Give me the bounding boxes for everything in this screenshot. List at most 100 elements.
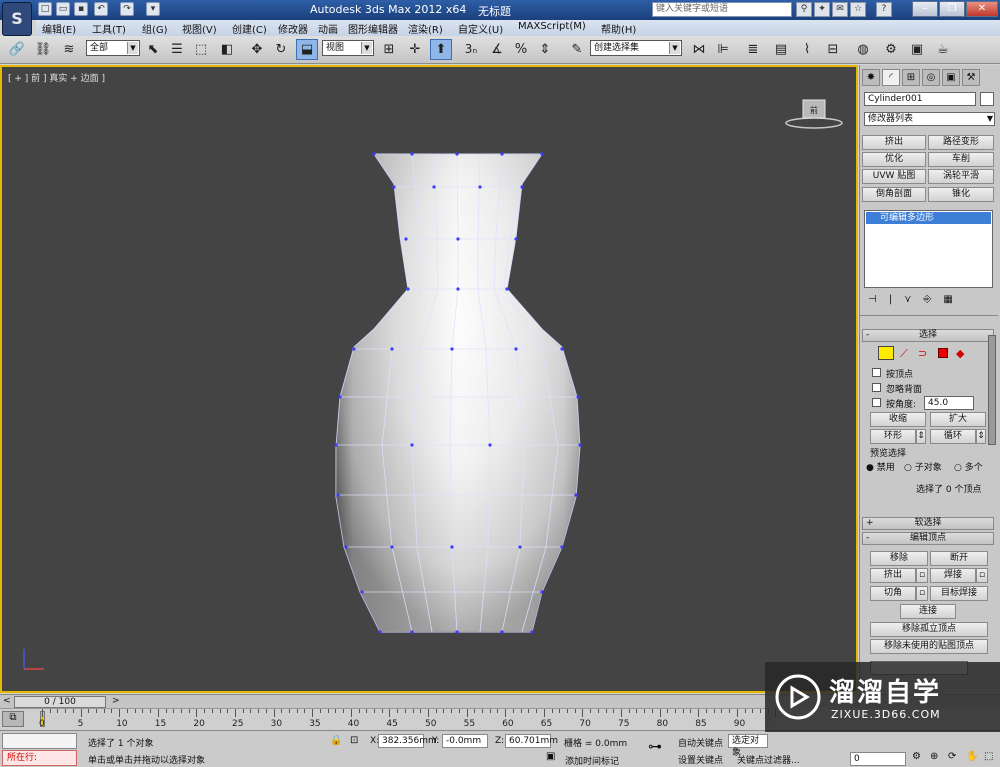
save-icon[interactable]: ▪ — [74, 2, 88, 16]
render-production-icon[interactable]: ☕ — [932, 39, 954, 60]
utilities-tab-icon[interactable]: ⚒ — [962, 69, 980, 86]
pan-icon[interactable]: ✋ — [966, 751, 978, 762]
by-vertex-checkbox[interactable] — [872, 368, 881, 377]
shrink-button[interactable]: 收缩 — [870, 412, 926, 427]
polygon-mode-icon[interactable] — [938, 348, 948, 358]
by-angle-checkbox[interactable] — [872, 398, 881, 407]
extrude-settings-button[interactable]: ▫ — [916, 568, 928, 583]
select-manipulate-icon[interactable]: ✛ — [404, 39, 426, 60]
edge-mode-icon[interactable]: ⟋ — [900, 347, 908, 361]
schematic-view-icon[interactable]: ⊟ — [822, 39, 844, 60]
lock-selection-icon[interactable]: 🔒 — [330, 735, 342, 746]
time-tag-icon[interactable]: ▣ — [546, 751, 555, 762]
open-file-icon[interactable]: ▭ — [56, 2, 70, 16]
graphite-tools-icon[interactable]: ▤ — [770, 39, 792, 60]
remove-modifier-icon[interactable]: ⎆ — [923, 294, 943, 305]
chamfer-settings-button[interactable]: ▫ — [916, 586, 928, 601]
menu-edit[interactable]: 编辑(E) — [42, 21, 76, 36]
menu-group[interactable]: 组(G) — [142, 21, 168, 36]
mirror-icon[interactable]: ⋈ — [688, 39, 710, 60]
modifier-extrude-button[interactable]: 挤出 — [862, 135, 926, 150]
modifier-taper-button[interactable]: 锥化 — [928, 187, 994, 202]
preview-off-radio[interactable]: ● 禁用 — [866, 460, 895, 473]
vase-model[interactable] — [2, 67, 858, 693]
curve-editor-icon[interactable]: ⌇ — [796, 39, 818, 60]
edit-vertices-rollout-header[interactable]: - 编辑顶点 — [862, 532, 994, 545]
stack-item-editable-poly[interactable]: 可编辑多边形 — [866, 212, 991, 224]
align-icon[interactable]: ⊫ — [712, 39, 734, 60]
vertex-mode-icon[interactable] — [878, 346, 894, 360]
display-tab-icon[interactable]: ▣ — [942, 69, 960, 86]
menu-tools[interactable]: 工具(T) — [92, 21, 126, 36]
modifier-turbosmooth-button[interactable]: 涡轮平滑 — [928, 169, 994, 184]
remove-vertex-button[interactable]: 移除 — [870, 551, 928, 566]
add-time-tag-label[interactable]: 添加时间标记 — [565, 754, 619, 767]
reference-coordinate-dropdown[interactable]: 视图 ▼ — [322, 40, 374, 56]
break-vertex-button[interactable]: 断开 — [930, 551, 988, 566]
extrude-vertex-button[interactable]: 挤出 — [870, 568, 916, 583]
ring-button[interactable]: 环形 — [870, 429, 916, 444]
modify-tab-icon[interactable]: ◜ — [882, 69, 900, 86]
time-slider[interactable]: 0 / 100 — [14, 696, 106, 708]
track-bar[interactable]: ⧉ 0 5 10 15 20 25 30 35 40 45 50 55 60 65 70 75 80 85 90 — [0, 708, 777, 730]
binoculars-icon[interactable]: ⚲ — [796, 2, 812, 17]
next-frame-icon[interactable]: > — [112, 696, 120, 706]
select-object-icon[interactable]: ⬉ — [142, 39, 164, 60]
maxscript-listener-field[interactable] — [2, 733, 77, 749]
select-by-name-icon[interactable]: ☰ — [166, 39, 188, 60]
key-filters-label[interactable]: 关键点过滤器... — [737, 753, 800, 766]
orbit-icon[interactable]: ⟳ — [948, 751, 956, 762]
configure-sets-icon[interactable]: ▦ — [943, 294, 964, 305]
menu-modifiers[interactable]: 修改器 — [278, 21, 308, 36]
zoom-icon[interactable]: ⊕ — [930, 751, 938, 762]
script-line-indicator[interactable]: 所在行: — [2, 750, 77, 766]
key-mode-dropdown[interactable]: 选定对象 — [728, 734, 768, 758]
loop-button[interactable]: 循环 — [930, 429, 976, 444]
front-viewport[interactable]: [ + ] 前 ] 真实 + 边面 ] 前 — [0, 65, 858, 693]
help-search-input[interactable]: 键入关键字或短语 — [652, 2, 792, 17]
time-config-icon[interactable]: ⚙ — [912, 751, 921, 762]
window-crossing-icon[interactable]: ◧ — [216, 39, 238, 60]
z-coordinate-field[interactable]: 60.701mm — [505, 734, 558, 748]
current-frame-field[interactable]: 0 — [850, 752, 906, 766]
named-selection-sets-dropdown[interactable]: 创建选择集 ▼ — [590, 40, 682, 56]
subscription-icon[interactable]: ✦ — [814, 2, 830, 17]
motion-tab-icon[interactable]: ◎ — [922, 69, 940, 86]
modifier-lathe-button[interactable]: 车削 — [928, 152, 994, 167]
modifier-optimize-button[interactable]: 优化 — [862, 152, 926, 167]
preview-multi-radio[interactable]: ○ 多个 — [954, 460, 983, 473]
keyboard-shortcut-override-icon[interactable]: ⬆ — [430, 39, 452, 60]
object-color-swatch[interactable] — [980, 92, 994, 106]
angle-value-field[interactable]: 45.0 — [924, 396, 974, 410]
move-icon[interactable]: ✥ — [246, 39, 268, 60]
pin-stack-icon[interactable]: ⊣ — [868, 294, 889, 305]
new-file-icon[interactable]: □ — [38, 2, 52, 16]
panel-scrollbar[interactable] — [988, 335, 996, 445]
modifier-bevel-profile-button[interactable]: 倒角剖面 — [862, 187, 926, 202]
quick-access-dropdown-icon[interactable]: ▾ — [146, 2, 160, 16]
connect-vertex-button[interactable]: 连接 — [900, 604, 956, 619]
chamfer-vertex-button[interactable]: 切角 — [870, 586, 916, 601]
x-coordinate-field[interactable]: 382.356mm — [378, 734, 437, 748]
snaps-toggle-icon[interactable]: 3ₙ — [460, 39, 482, 60]
redo-icon[interactable]: ↷ — [120, 2, 134, 16]
menu-graph-editors[interactable]: 图形编辑器 — [348, 21, 398, 36]
app-logo-icon[interactable]: S — [2, 2, 32, 36]
render-setup-icon[interactable]: ⚙ — [880, 39, 902, 60]
weld-vertex-button[interactable]: 焊接 — [930, 568, 976, 583]
spinner-snap-icon[interactable]: ⇕ — [534, 39, 556, 60]
preview-subobject-radio[interactable]: ○ 子对象 — [904, 460, 942, 473]
menu-customize[interactable]: 自定义(U) — [458, 21, 503, 36]
menu-animation[interactable]: 动画 — [318, 21, 338, 36]
link-icon[interactable]: 🔗 — [6, 39, 28, 60]
hierarchy-tab-icon[interactable]: ⊞ — [902, 69, 920, 86]
absolute-mode-icon[interactable]: ⊡ — [350, 735, 358, 746]
close-button[interactable]: ✕ — [966, 1, 998, 17]
make-unique-icon[interactable]: ⋎ — [904, 294, 923, 305]
undo-icon[interactable]: ↶ — [94, 2, 108, 16]
soft-selection-rollout-header[interactable]: + 软选择 — [862, 517, 994, 530]
modifier-path-deform-button[interactable]: 路径变形 — [928, 135, 994, 150]
remove-unused-map-verts-button[interactable]: 移除未使用的贴图顶点 — [870, 639, 988, 654]
minimize-button[interactable]: – — [912, 1, 938, 17]
ignore-backfacing-checkbox[interactable] — [872, 383, 881, 392]
